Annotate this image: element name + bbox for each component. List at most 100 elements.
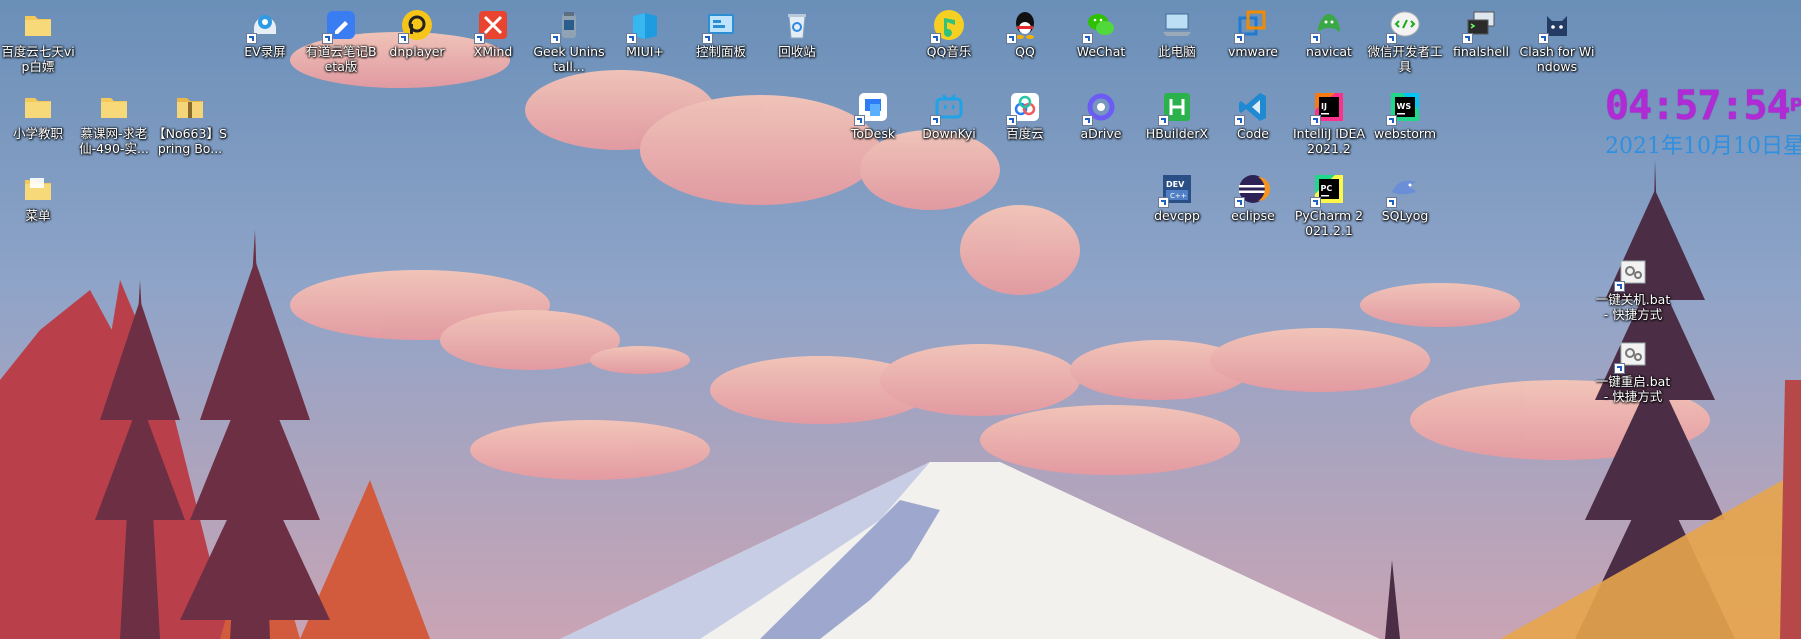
- clock-time-value: 04:57:54: [1605, 83, 1791, 129]
- desktop-icon-vmware[interactable]: vmware: [1215, 4, 1291, 59]
- desktop-icon-label: navicat: [1306, 44, 1352, 59]
- shortcut-arrow-icon: [626, 33, 637, 44]
- clock-date: 2021年10月10日星: [1605, 134, 1801, 159]
- desktop-clock-widget: 04:57:54PM 2021年10月10日星: [1605, 86, 1801, 160]
- shortcut-arrow-icon: [1386, 33, 1397, 44]
- zip-folder-icon: [173, 90, 207, 124]
- qq-icon: [1006, 8, 1042, 44]
- desktop-icon-label: ToDesk: [850, 126, 896, 141]
- desktop-icon-downkyi[interactable]: DownKyi: [911, 86, 987, 141]
- desktop-icon-label: PyCharm 2021.2.1: [1294, 208, 1364, 238]
- desktop-icon-navicat[interactable]: navicat: [1291, 4, 1367, 59]
- desktop-icon-label: 菜单: [25, 208, 51, 223]
- desktop-icon-shutdown-bat[interactable]: 一键关机.bat - 快捷方式: [1595, 252, 1671, 322]
- desktop-icon-dnplayer[interactable]: dnplayer: [379, 4, 455, 59]
- desktop-icon-baidu-vip-folder[interactable]: 百度云七天vip白嫖: [0, 4, 76, 74]
- desktop-icon-label: 小学教职: [12, 126, 63, 141]
- shortcut-arrow-icon: [1006, 115, 1017, 126]
- folder-icon: [21, 172, 55, 206]
- desktop-icon-label: 百度云七天vip白嫖: [1, 44, 75, 74]
- desktop-icon-wechat[interactable]: WeChat: [1063, 4, 1139, 59]
- geek-uninstaller-icon: [550, 8, 586, 44]
- shortcut-arrow-icon: [1158, 115, 1169, 126]
- desktop-icon-this-pc[interactable]: 此电脑: [1139, 4, 1215, 59]
- desktop-icon-label: EV录屏: [244, 44, 286, 59]
- folder-icon: [97, 90, 131, 124]
- finalshell-icon: [1462, 8, 1498, 44]
- wechat-icon: [1082, 8, 1118, 44]
- navicat-icon: [1310, 8, 1346, 44]
- desktop-icon-youdao-note[interactable]: 有道云笔记Beta版: [303, 4, 379, 74]
- desktop-icon-imooc-folder[interactable]: 慕课网-求老仙-490-实...: [76, 86, 152, 156]
- shortcut-arrow-icon: [322, 33, 333, 44]
- shortcut-arrow-icon: [1234, 197, 1245, 208]
- desktop-icon-label: QQ音乐: [926, 44, 972, 59]
- desktop-icon-finalshell[interactable]: finalshell: [1443, 4, 1519, 59]
- shortcut-arrow-icon: [1538, 33, 1549, 44]
- desktop-icon-control-panel[interactable]: 控制面板: [683, 4, 759, 59]
- desktop-icon-clash[interactable]: Clash for Windows: [1519, 4, 1595, 74]
- clock-ampm: PM: [1789, 95, 1801, 116]
- desktop-icon-vscode[interactable]: Code: [1215, 86, 1291, 141]
- webstorm-icon: WS: [1386, 90, 1422, 126]
- dnplayer-icon: [398, 8, 434, 44]
- desktop-icon-xmind[interactable]: XMind: [455, 4, 531, 59]
- desktop-icon-sqlyog[interactable]: SQLyog: [1367, 168, 1443, 223]
- desktop-icon-label: dnplayer: [389, 44, 445, 59]
- desktop-icon-ev-recorder[interactable]: EV录屏: [227, 4, 303, 59]
- downkyi-icon: [930, 90, 966, 126]
- desktop-icon-eclipse[interactable]: eclipse: [1215, 168, 1291, 223]
- shortcut-arrow-icon: [1310, 33, 1321, 44]
- recycle-bin-icon: [780, 8, 814, 42]
- svg-text:WS: WS: [1397, 102, 1412, 111]
- desktop-icon-devcpp[interactable]: DEV C++ devcpp: [1139, 168, 1215, 223]
- desktop-icon-label: aDrive: [1080, 126, 1122, 141]
- desktop-icon-webstorm[interactable]: WS webstorm: [1367, 86, 1443, 141]
- control-panel-icon: [702, 8, 738, 44]
- shortcut-arrow-icon: [1234, 33, 1245, 44]
- desktop-icon-restart-bat[interactable]: 一键重启.bat - 快捷方式: [1595, 334, 1671, 404]
- desktop-icon-label: 有道云笔记Beta版: [305, 44, 377, 74]
- folder-icon: [21, 8, 55, 42]
- intellij-idea-icon: IJ: [1310, 90, 1346, 126]
- desktop-icon-xiaoxue-folder[interactable]: 小学教职: [0, 86, 76, 141]
- desktop-icon-wechat-devtools[interactable]: 微信开发者工具: [1367, 4, 1443, 74]
- desktop-icon-intellij-idea[interactable]: IJ IntelliJ IDEA 2021.2: [1291, 86, 1367, 156]
- desktop-icon-label: vmware: [1227, 44, 1278, 59]
- desktop-icon-label: 微信开发者工具: [1367, 44, 1443, 74]
- svg-text:C++: C++: [1170, 192, 1187, 200]
- desktop-icon-label: Code: [1236, 126, 1269, 141]
- desktop-icon-label: 一键关机.bat - 快捷方式: [1595, 292, 1671, 322]
- pycharm-icon: PC: [1310, 172, 1346, 208]
- devcpp-icon: DEV C++: [1158, 172, 1194, 208]
- batch-file-icon: [1614, 338, 1650, 374]
- desktop-icon-label: DownKyi: [922, 126, 976, 141]
- desktop-icon-menu-folder[interactable]: 菜单: [0, 168, 76, 223]
- desktop-icon-label: XMind: [473, 44, 513, 59]
- desktop-icon-spring-zip[interactable]: 【No663】Spring Bo...: [152, 86, 228, 156]
- desktop-icon-adrive[interactable]: aDrive: [1063, 86, 1139, 141]
- desktop-icon-baidu-cloud[interactable]: 百度云: [987, 86, 1063, 141]
- desktop-icon-label: devcpp: [1154, 208, 1200, 223]
- desktop-icon-label: MIUI+: [626, 44, 664, 59]
- folder-icon: [21, 90, 55, 124]
- desktop-icon-label: 控制面板: [695, 44, 746, 59]
- clock-time: 04:57:54PM: [1605, 86, 1801, 126]
- svg-text:PC: PC: [1321, 184, 1333, 193]
- miui-plus-icon: [626, 8, 662, 44]
- desktop-icon-miui-plus[interactable]: MIUI+: [607, 4, 683, 59]
- desktop-icon-hbuilderx[interactable]: HBuilderX: [1139, 86, 1215, 141]
- shortcut-arrow-icon: [1310, 115, 1321, 126]
- eclipse-icon: [1234, 172, 1270, 208]
- desktop-icon-qq-music[interactable]: QQ音乐: [911, 4, 987, 59]
- desktop-icon-label: Clash for Windows: [1519, 44, 1595, 74]
- desktop-icon-todesk[interactable]: ToDesk: [835, 86, 911, 141]
- desktop-icon-qq[interactable]: QQ: [987, 4, 1063, 59]
- shortcut-arrow-icon: [1082, 115, 1093, 126]
- vmware-icon: [1234, 8, 1270, 44]
- desktop-icon-geek-uninstaller[interactable]: Geek Uninstall...: [531, 4, 607, 74]
- desktop-icon-pycharm[interactable]: PC PyCharm 2021.2.1: [1291, 168, 1367, 238]
- desktop-icon-label: HBuilderX: [1145, 126, 1209, 141]
- desktop-icon-recycle-bin[interactable]: 回收站: [759, 4, 835, 59]
- shortcut-arrow-icon: [854, 115, 865, 126]
